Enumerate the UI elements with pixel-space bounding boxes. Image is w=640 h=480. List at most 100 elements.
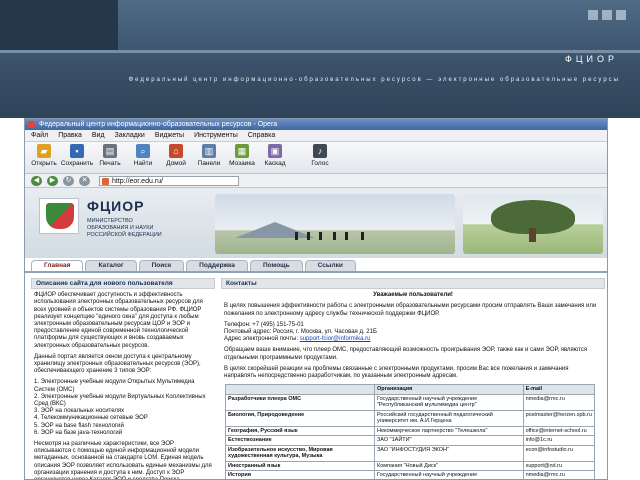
table-cell-email[interactable]: support@nd.ru <box>522 460 596 472</box>
url-field[interactable]: http://eor.edu.ru/ <box>99 175 239 186</box>
table-cell-email[interactable]: nmedia@rmc.ru <box>522 470 596 479</box>
toolbar-print-button[interactable]: ▤ Печать <box>95 144 125 167</box>
menu-help[interactable]: Справка <box>248 130 275 141</box>
menu-file[interactable]: Файл <box>31 130 48 141</box>
toolbar-open-button[interactable]: ▰ Открыть <box>29 144 59 167</box>
list-item: 5. ЭОР на base flash технологий <box>34 422 124 429</box>
slide-header-accent <box>0 0 118 50</box>
reload-button[interactable]: ↻ <box>63 175 74 186</box>
table-row: Изобразительное искусство, Мировая худож… <box>225 444 596 462</box>
window-title: Федеральный центр информационно-образова… <box>39 121 278 128</box>
slide-header-line <box>0 50 640 53</box>
table-cell: Естествознание <box>225 435 375 446</box>
table-row: Биология, Природоведение Российский госу… <box>225 409 596 427</box>
contacts-heading: Контакты <box>221 278 605 290</box>
slide-subtitle: Федеральный центр информационно-образова… <box>128 77 620 83</box>
tab-catalog[interactable]: Каталог <box>85 260 137 271</box>
presentation-slide: ФЦИОР Федеральный центр информационно-об… <box>0 0 640 480</box>
table-cell-email[interactable]: econ@infostudio.ru <box>522 444 596 462</box>
table-header: Организация <box>373 384 524 395</box>
toolbar-cascade-button[interactable]: ▣ Каскад <box>260 144 290 167</box>
description-paragraph: ФЦИОР обеспечивает доступность и эффекти… <box>34 292 203 349</box>
description-heading: Описание сайта для нового пользователя <box>31 278 215 290</box>
header-photo-tree <box>463 194 603 254</box>
contacts-greeting: Уважаемые пользователи! <box>373 292 453 299</box>
window-titlebar: Федеральный центр информационно-образова… <box>25 119 607 130</box>
table-cell: Биология, Природоведение <box>225 409 375 427</box>
contacts-paragraph: В целях скорейшей реакции на проблемы св… <box>224 365 569 380</box>
table-cell: География, Русский язык <box>225 425 375 437</box>
tab-home[interactable]: Главная <box>31 260 84 271</box>
toolbar-label: Сохранить <box>60 160 94 167</box>
toolbar-save-button[interactable]: ▪ Сохранить <box>60 144 94 167</box>
menu-bookmarks[interactable]: Закладки <box>115 130 145 141</box>
slide-title: ФЦИОР <box>565 54 618 64</box>
table-cell: Иностранный язык <box>225 460 375 472</box>
toolbar-panels-button[interactable]: ▥ Панели <box>194 144 224 167</box>
forward-button[interactable]: ▶ <box>47 175 58 186</box>
menu-widgets[interactable]: Виджеты <box>155 130 184 141</box>
table-header <box>225 384 375 395</box>
toolbar-label: Открыть <box>31 160 57 167</box>
description-paragraph: Несмотря на различные характеристики, вс… <box>34 441 212 479</box>
table-header-row: Организация E-mail <box>225 384 596 395</box>
folder-icon: ▰ <box>37 144 51 158</box>
table-row: Естествознание ЗАО "1АЙТИ" info@1c.ru <box>225 435 596 446</box>
description-paragraph: Данный портал является окном доступа к ц… <box>34 353 201 375</box>
tab-links[interactable]: Ссылки <box>304 260 356 271</box>
table-cell-email[interactable]: postmaster@herzen.spb.ru <box>522 409 596 427</box>
toolbar-home-button[interactable]: ⌂ Домой <box>161 144 191 167</box>
tile-icon: ▦ <box>235 144 249 158</box>
contacts-email-label: Адрес электронной почты: <box>224 336 299 343</box>
toolbar-label: Домой <box>166 160 186 167</box>
table-cell-email[interactable]: office@internet-school.ru <box>522 425 596 437</box>
menu-view[interactable]: Вид <box>92 130 105 141</box>
table-cell: Компания "Новый Диск" <box>373 460 524 472</box>
tab-search[interactable]: Поиск <box>138 260 185 271</box>
site-nav-tabs: Главная Каталог Поиск Поддержка Помощь С… <box>31 260 356 271</box>
table-cell: Государственный научный учреждение "Респ… <box>373 393 524 411</box>
list-item: 4. Телекоммуникационные сетевые ЭОР <box>34 415 148 422</box>
stop-button[interactable]: ✕ <box>79 175 90 186</box>
toolbar-find-button[interactable]: ⌕ Найти <box>128 144 158 167</box>
table-cell: ЗАО "1АЙТИ" <box>373 435 524 446</box>
contacts-column: Контакты Уважаемые пользователи! В целях… <box>221 278 605 479</box>
table-cell: ЗАО "ИНФОСТУДИЯ ЭКОН" <box>373 444 524 462</box>
menu-edit[interactable]: Правка <box>58 130 82 141</box>
contacts-paragraph: В целях повышения эффективности работы с… <box>224 303 597 317</box>
browser-toolbar: ▰ Открыть ▪ Сохранить ▤ Печать ⌕ Найти ⌂… <box>25 142 607 174</box>
back-button[interactable]: ◀ <box>31 175 42 186</box>
contacts-paragraph: Обращаем ваше внимание, что плеер ОМС, п… <box>224 347 588 361</box>
table-cell: Изобразительное искусство, Мировая худож… <box>225 444 375 462</box>
table-cell: Государственный научный учреждение "Респ… <box>373 470 524 479</box>
site-brand-subtitle: МИНИСТЕРСТВО ОБРАЗОВАНИЯ И НАУКИ РОССИЙС… <box>87 218 162 238</box>
support-email-link[interactable]: support-fcior@informika.ru <box>300 336 371 342</box>
address-bar: ◀ ▶ ↻ ✕ http://eor.edu.ru/ <box>25 174 607 188</box>
search-icon: ⌕ <box>136 144 150 158</box>
table-cell-email[interactable]: nmedia@rmc.ru <box>522 393 596 411</box>
toolbar-label: Найти <box>133 160 153 167</box>
list-item: 1. Электронные учебные модули Открытых М… <box>34 379 195 393</box>
toolbar-tile-button[interactable]: ▦ Мозаика <box>227 144 257 167</box>
table-cell: Некоммерческое партнерство "Телешкола" <box>373 425 524 437</box>
table-row: Иностранный язык Компания "Новый Диск" s… <box>225 460 596 472</box>
toolbar-voice-button[interactable]: ♪ Голос <box>305 144 335 167</box>
opera-icon <box>28 121 35 128</box>
site-favicon-icon <box>102 177 109 185</box>
table-cell: Разработчики плеера ОМС <box>225 393 375 411</box>
menu-tools[interactable]: Инструменты <box>194 130 238 141</box>
eor-types-list: 1. Электронные учебные модули Открытых М… <box>31 379 215 437</box>
toolbar-label: Печать <box>99 160 121 167</box>
site-description-column: Описание сайта для нового пользователя Ф… <box>31 278 215 479</box>
tab-support[interactable]: Поддержка <box>186 260 248 271</box>
table-cell-email[interactable]: info@1c.ru <box>522 435 596 446</box>
tabs-divider <box>25 271 607 273</box>
slide-decor-squares <box>588 10 626 20</box>
cascade-icon: ▣ <box>268 144 282 158</box>
tab-help[interactable]: Помощь <box>249 260 303 271</box>
table-row: История Государственный научный учрежден… <box>225 470 596 479</box>
contacts-phone: Телефон: +7 (495) 151-75-01 <box>224 321 304 328</box>
site-logo[interactable] <box>39 198 79 234</box>
toolbar-label: Каскад <box>264 160 286 167</box>
home-icon: ⌂ <box>169 144 183 158</box>
